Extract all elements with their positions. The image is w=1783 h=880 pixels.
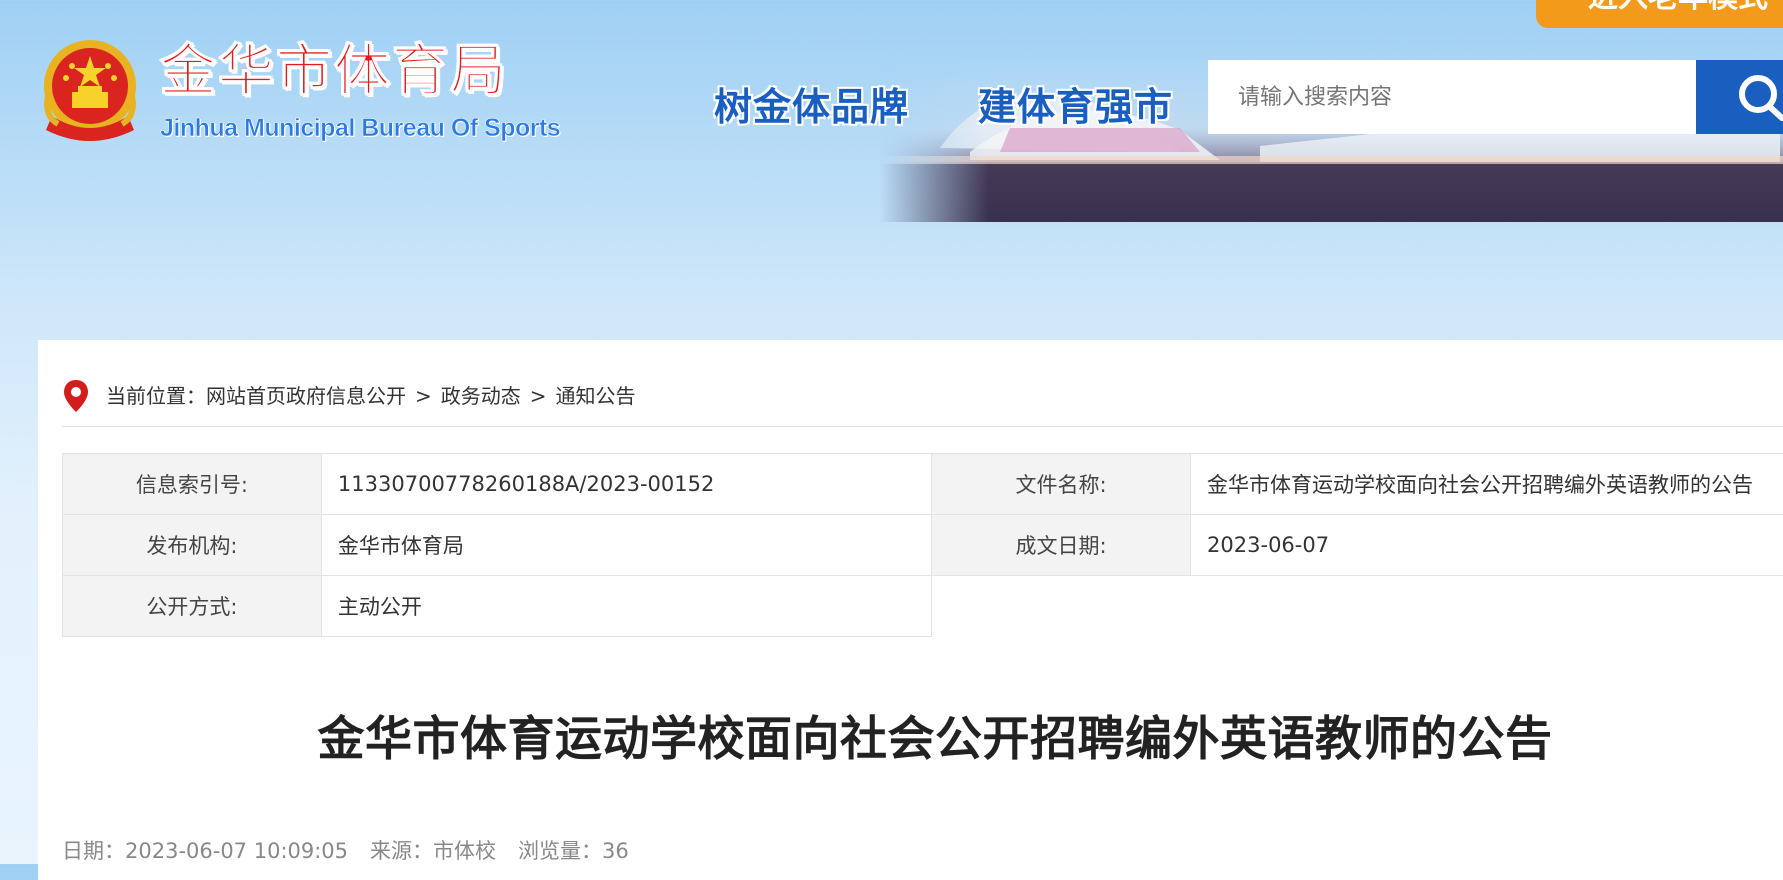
location-pin-icon xyxy=(64,380,88,412)
view-count: 浏览量：36 xyxy=(518,839,629,863)
date-value: 2023-06-07 xyxy=(1191,515,1783,576)
source-value: 市体校 xyxy=(433,839,496,863)
slogan-brand: 树金体品牌 xyxy=(714,76,909,131)
elder-mode-button[interactable]: 进入老年模式 xyxy=(1536,0,1783,28)
view-count-value: 36 xyxy=(602,839,629,863)
breadcrumb-separator: > xyxy=(530,384,547,408)
document-meta-table: 信息索引号: 11330700778260188A/2023-00152 文件名… xyxy=(62,453,1783,637)
breadcrumb-link-news[interactable]: 政务动态 xyxy=(441,384,521,408)
search-input[interactable] xyxy=(1208,60,1696,134)
publisher-label: 发布机构: xyxy=(63,515,322,576)
publisher-value: 金华市体育局 xyxy=(321,515,931,576)
view-count-label: 浏览量： xyxy=(518,839,602,863)
main-content: 当前位置：网站首页政府信息公开 > 政务动态 > 通知公告 信息索引号: 1133070… xyxy=(38,340,1783,880)
search-icon xyxy=(1696,60,1783,134)
national-emblem-icon xyxy=(38,36,142,144)
breadcrumb-link-notices[interactable]: 通知公告 xyxy=(556,384,636,408)
breadcrumb-link-home[interactable]: 网站首页政府信息公开 xyxy=(206,384,406,408)
disclosure-label: 公开方式: xyxy=(63,576,322,637)
doc-name-label: 文件名称: xyxy=(932,454,1191,515)
table-row: 信息索引号: 11330700778260188A/2023-00152 文件名… xyxy=(63,454,1783,515)
slogan-strong-city: 建体育强市 xyxy=(978,76,1173,131)
disclosure-value: 主动公开 xyxy=(321,576,931,637)
publish-date: 日期：2023-06-07 10:09:05 xyxy=(62,839,348,863)
breadcrumb-trail: 当前位置：网站首页政府信息公开 > 政务动态 > 通知公告 xyxy=(106,382,636,410)
date-label: 成文日期: xyxy=(932,515,1191,576)
breadcrumb-separator: > xyxy=(415,384,432,408)
doc-name-value: 金华市体育运动学校面向社会公开招聘编外英语教师的公告 xyxy=(1191,454,1783,515)
source-label: 来源： xyxy=(370,839,433,863)
empty-cell xyxy=(932,576,1783,637)
breadcrumb: 当前位置：网站首页政府信息公开 > 政务动态 > 通知公告 xyxy=(62,380,1783,427)
table-row: 发布机构: 金华市体育局 成文日期: 2023-06-07 xyxy=(63,515,1783,576)
site-title: 金华市体育局 xyxy=(160,44,508,100)
article-info: 日期：2023-06-07 10:09:05 来源：市体校浏览量：36 xyxy=(62,835,651,865)
source: 来源：市体校 xyxy=(370,839,496,863)
search-button[interactable] xyxy=(1696,60,1783,134)
site-header: 金华市体育局 Jinhua Municipal Bureau Of Sports… xyxy=(0,0,1783,340)
table-row: 公开方式: 主动公开 xyxy=(63,576,1783,637)
index-no-label: 信息索引号: xyxy=(63,454,322,515)
breadcrumb-prefix: 当前位置： xyxy=(106,384,206,408)
publish-date-label: 日期： xyxy=(62,839,125,863)
site-subtitle: Jinhua Municipal Bureau Of Sports xyxy=(160,114,560,143)
index-no-value: 11330700778260188A/2023-00152 xyxy=(321,454,931,515)
article-title: 金华市体育运动学校面向社会公开招聘编外英语教师的公告 xyxy=(0,700,1783,769)
publish-date-value: 2023-06-07 10:09:05 xyxy=(125,839,348,863)
